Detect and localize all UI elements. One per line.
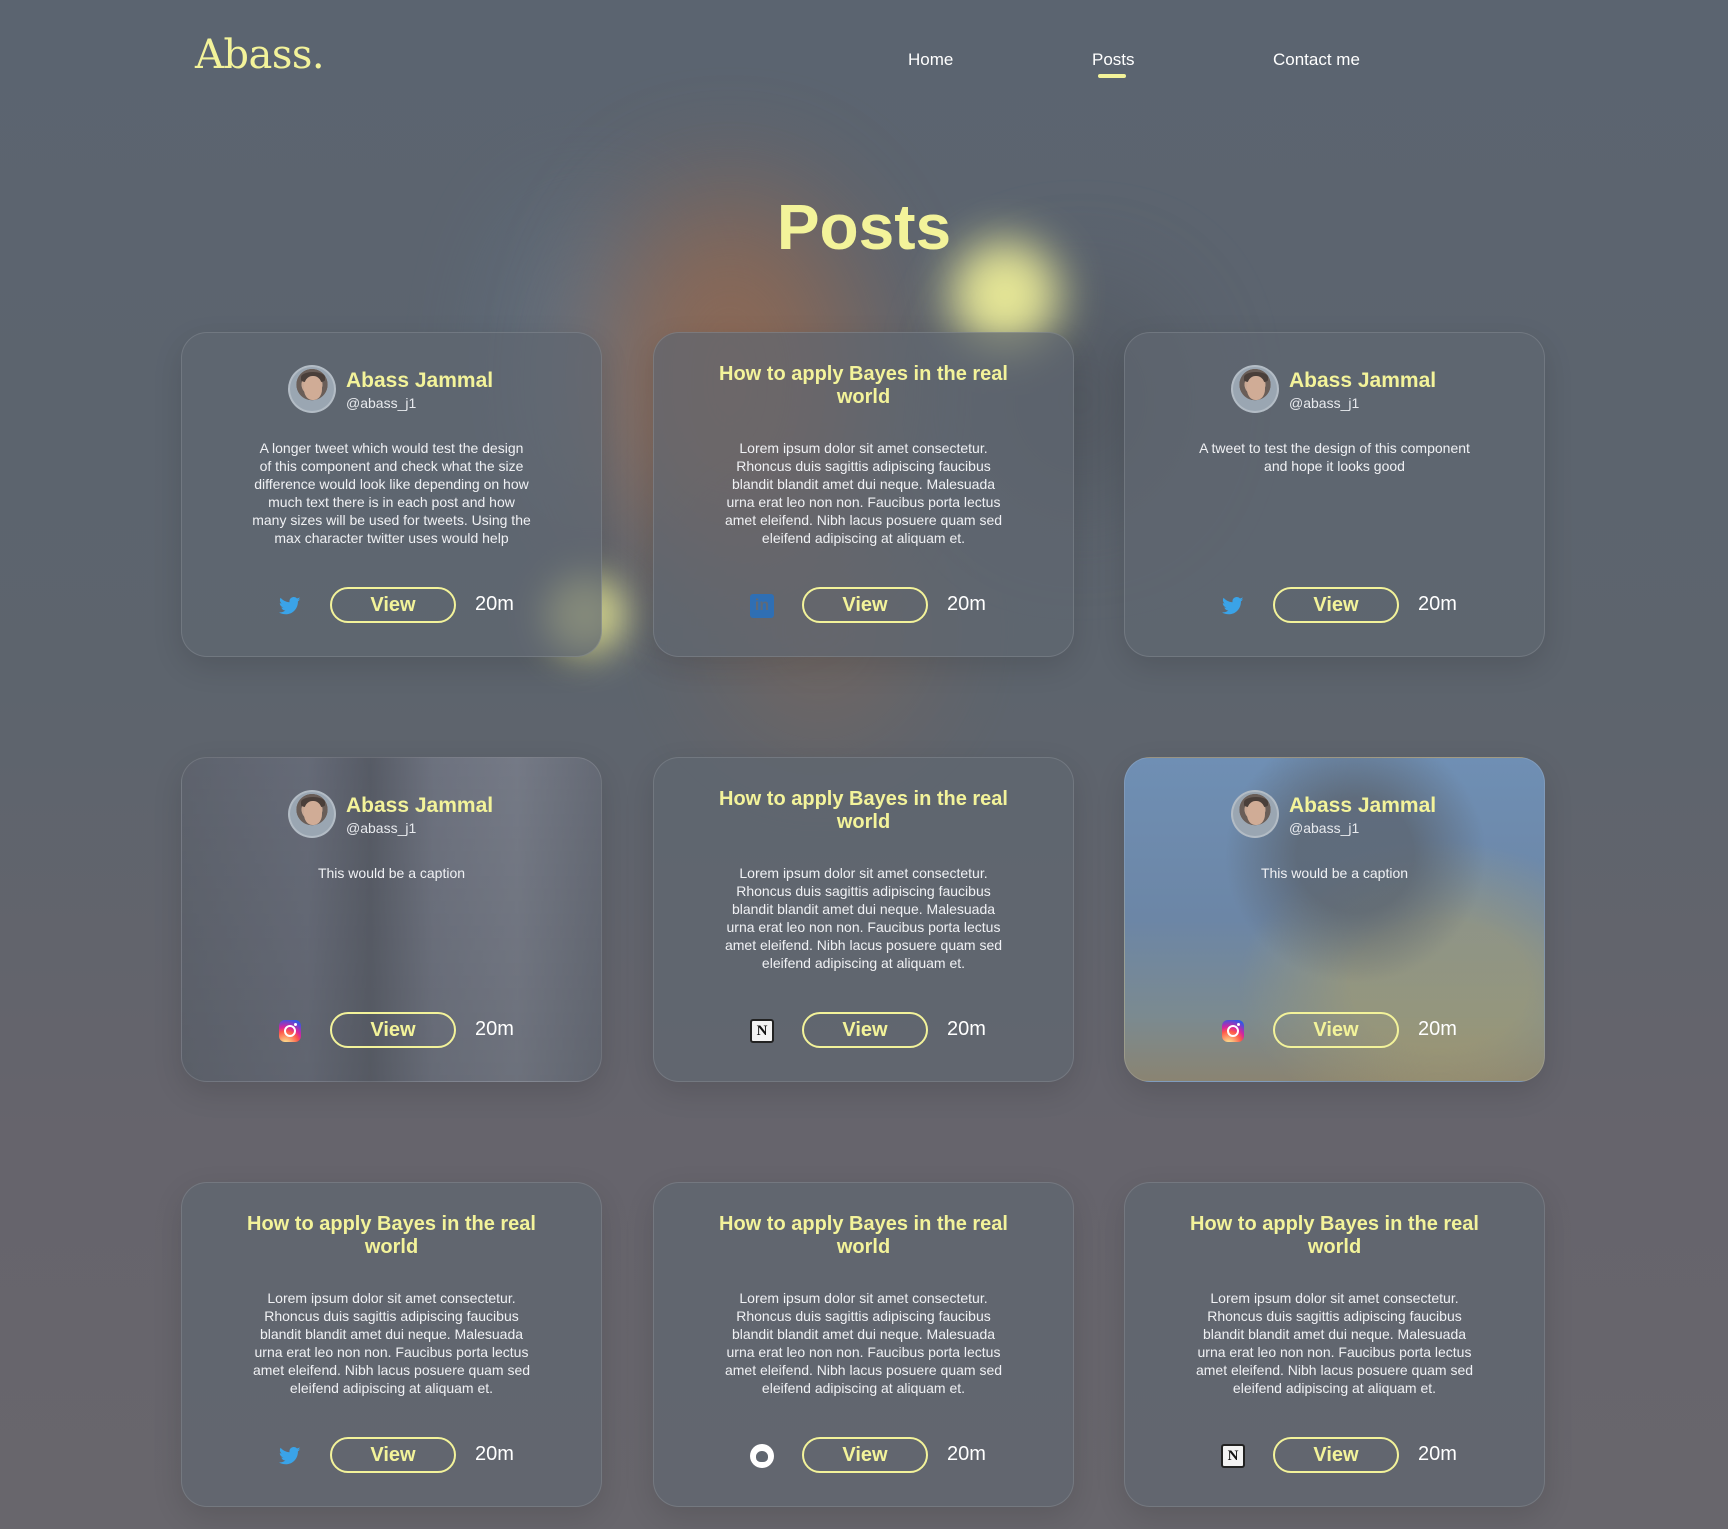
post-card: Abass Jammal @abass_j1 A longer tweet wh… [181,332,602,657]
post-title: How to apply Bayes in the real world [719,363,1008,408]
post-footer: N View 20m [654,1012,1073,1050]
post-body: Lorem ipsum dolor sit amet consectetur. … [252,1290,531,1396]
notion-icon: N [1221,1444,1245,1468]
instagram-icon [1221,1019,1245,1043]
post-caption: This would be a caption [317,865,466,881]
post-card: Abass Jammal @abass_j1 A tweet to test t… [1124,332,1545,657]
post-card: Abass Jammal @abass_j1 This would be a c… [181,757,602,1082]
post-card: How to apply Bayes in the real world Lor… [653,757,1074,1082]
post-body: Lorem ipsum dolor sit amet consectetur. … [724,440,1003,546]
github-icon [750,1444,774,1468]
post-card: How to apply Bayes in the real world Lor… [1124,1182,1545,1507]
author-handle: @abass_j1 [346,820,417,836]
author-handle: @abass_j1 [1289,820,1360,836]
site-logo[interactable]: Abass. [195,32,325,78]
view-button[interactable]: View [1273,587,1399,623]
post-time: 20m [475,593,514,615]
post-title: How to apply Bayes in the real world [1190,1213,1479,1258]
avatar [288,365,336,413]
view-button[interactable]: View [330,587,456,623]
author-name: Abass Jammal [346,794,494,817]
site-header: Abass. Home Posts Contact me [0,0,1728,110]
view-button[interactable]: View [330,1437,456,1473]
post-footer: in View 20m [654,587,1073,625]
author-name: Abass Jammal [1289,369,1437,392]
post-time: 20m [475,1018,514,1040]
post-time: 20m [1418,593,1457,615]
author-handle: @abass_j1 [1289,395,1360,411]
post-caption: This would be a caption [1260,865,1409,881]
nav-active-indicator [1098,74,1126,78]
nav-posts[interactable]: Posts [1092,50,1135,70]
post-time: 20m [1418,1018,1457,1040]
nav-home[interactable]: Home [908,50,953,70]
post-title: How to apply Bayes in the real world [719,788,1008,833]
linkedin-icon: in [750,594,774,618]
post-body: A longer tweet which would test the desi… [252,440,531,546]
author-name: Abass Jammal [1289,794,1437,817]
avatar [1231,365,1279,413]
author-handle: @abass_j1 [346,395,417,411]
post-title: How to apply Bayes in the real world [719,1213,1008,1258]
post-time: 20m [947,593,986,615]
view-button[interactable]: View [802,587,928,623]
twitter-icon [278,1444,302,1468]
post-footer: View 20m [182,1437,601,1475]
view-button[interactable]: View [1273,1437,1399,1473]
twitter-icon [278,594,302,618]
notion-icon: N [750,1019,774,1043]
author-name: Abass Jammal [346,369,494,392]
post-time: 20m [475,1443,514,1465]
post-body: Lorem ipsum dolor sit amet consectetur. … [724,865,1003,971]
page-title: Posts [776,191,952,263]
post-title: How to apply Bayes in the real world [247,1213,536,1258]
post-body: Lorem ipsum dolor sit amet consectetur. … [724,1290,1003,1396]
post-footer: View 20m [654,1437,1073,1475]
post-footer: View 20m [1125,587,1544,625]
post-card: How to apply Bayes in the real world Lor… [181,1182,602,1507]
post-time: 20m [947,1018,986,1040]
twitter-icon [1221,594,1245,618]
post-footer: View 20m [182,587,601,625]
post-body: Lorem ipsum dolor sit amet consectetur. … [1195,1290,1474,1396]
post-footer: View 20m [1125,1012,1544,1050]
post-body: A tweet to test the design of this compo… [1199,440,1470,474]
post-card: Abass Jammal @abass_j1 This would be a c… [1124,757,1545,1082]
post-footer: View 20m [182,1012,601,1050]
post-card: How to apply Bayes in the real world Lor… [653,1182,1074,1507]
post-footer: N View 20m [1125,1437,1544,1475]
avatar [288,790,336,838]
post-time: 20m [947,1443,986,1465]
post-time: 20m [1418,1443,1457,1465]
view-button[interactable]: View [330,1012,456,1048]
post-card: How to apply Bayes in the real world Lor… [653,332,1074,657]
nav-contact[interactable]: Contact me [1273,50,1360,70]
view-button[interactable]: View [802,1012,928,1048]
instagram-icon [278,1019,302,1043]
view-button[interactable]: View [1273,1012,1399,1048]
view-button[interactable]: View [802,1437,928,1473]
avatar [1231,790,1279,838]
